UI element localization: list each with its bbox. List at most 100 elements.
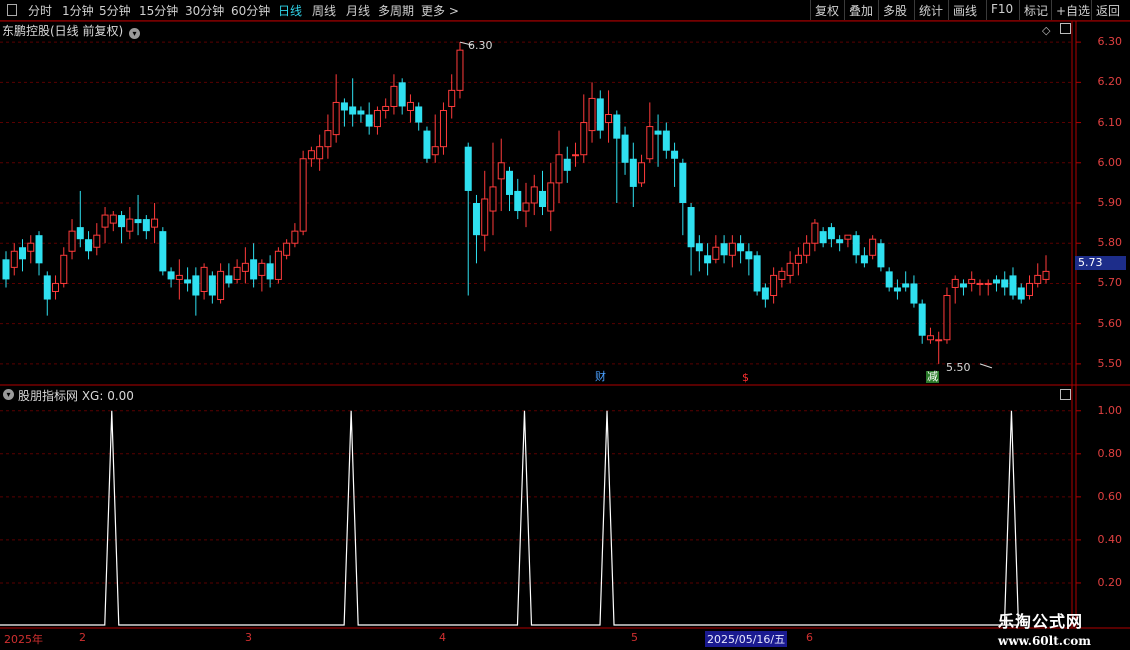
price-chart[interactable] [0, 0, 1130, 650]
candle-body [811, 222, 819, 244]
indicator-y-tick-label: 0.20 [1097, 575, 1123, 589]
candle-body [976, 282, 984, 285]
candle-body [794, 254, 802, 264]
candle-body [803, 242, 811, 256]
candle-body [654, 130, 662, 135]
candle-body [233, 266, 241, 280]
indicator-line-xg [0, 410, 1020, 626]
candle-body [192, 275, 200, 296]
candle-body [596, 98, 604, 131]
y-axis-tick-label: 5.80 [1097, 236, 1123, 250]
event-dividend-marker[interactable]: $ [741, 372, 750, 384]
candle-body [332, 101, 340, 136]
candle-body [431, 146, 439, 156]
candle-body [241, 262, 249, 272]
event-reduce-marker[interactable]: 减 [926, 371, 939, 383]
candle-body [283, 242, 291, 256]
candle-body [959, 283, 967, 288]
candle-body [530, 186, 538, 204]
candle-body [398, 82, 406, 107]
candle-body [456, 49, 464, 91]
candle-body [869, 238, 877, 256]
y-axis-tick-label: 5.60 [1097, 316, 1123, 330]
candle-body [184, 279, 192, 284]
candle-body [786, 262, 794, 276]
candle-body [365, 114, 373, 127]
candle-body [770, 274, 778, 297]
candle-body [827, 227, 835, 240]
candle-body [984, 282, 992, 285]
candle-body [753, 255, 761, 292]
candle-body [605, 114, 613, 124]
candle-body [761, 287, 769, 300]
candle-body [555, 154, 563, 184]
date-label-year: 2025年 [4, 633, 43, 646]
candle-body [423, 130, 431, 159]
candle-body [200, 266, 208, 292]
candle-body [250, 259, 258, 280]
date-label-month: 3 [245, 631, 252, 644]
candle-body [109, 214, 117, 224]
candle-body [935, 339, 943, 342]
candle-body [860, 255, 868, 264]
candle-body [819, 231, 827, 244]
candle-body [902, 283, 910, 288]
candle-body [19, 247, 27, 260]
candle-body [695, 243, 703, 252]
event-finance-marker[interactable]: 财 [594, 371, 607, 383]
candle-body [572, 154, 580, 157]
candle-body [167, 271, 175, 280]
candle-body [27, 242, 35, 252]
candle-body [489, 186, 497, 212]
candle-body [951, 278, 959, 288]
candle-body [629, 158, 637, 187]
candle-body [1017, 287, 1025, 300]
candle-body [60, 254, 68, 284]
candle-body [737, 243, 745, 252]
candle-body [357, 110, 365, 115]
candle-body [101, 214, 109, 228]
candle-body [992, 279, 1000, 284]
candle-body [382, 105, 390, 111]
y-axis-tick-label: 6.20 [1097, 75, 1123, 89]
candle-body [299, 158, 307, 232]
candle-body [852, 235, 860, 256]
high-price-marker: 6.30 [468, 39, 493, 52]
y-axis-tick-label: 5.70 [1097, 276, 1123, 290]
candle-body [151, 218, 159, 228]
candle-body [671, 150, 679, 159]
candle-body [1001, 279, 1009, 288]
candle-body [307, 150, 315, 160]
candle-body [728, 242, 736, 256]
candle-body [85, 239, 93, 252]
candle-body [514, 190, 522, 212]
candle-body [68, 230, 76, 252]
candle-body [505, 170, 513, 195]
candle-body [142, 219, 150, 232]
candle-body [580, 122, 588, 156]
candle-body [415, 106, 423, 123]
candle-body [687, 207, 695, 248]
y-axis-tick-label: 6.30 [1097, 35, 1123, 49]
y-axis-tick-label: 5.90 [1097, 196, 1123, 209]
candle-body [52, 282, 60, 292]
y-axis-tick-label: 6.00 [1097, 155, 1123, 169]
candle-body [1034, 274, 1042, 284]
candle-body [439, 109, 447, 148]
candle-body [844, 234, 852, 240]
candle-body [910, 283, 918, 304]
candle-body [43, 275, 51, 300]
candle-body [472, 203, 480, 236]
candle-body [258, 262, 266, 276]
indicator-y-tick-label: 0.80 [1097, 446, 1123, 460]
low-price-marker: 5.50 [946, 361, 971, 374]
candle-body [745, 251, 753, 260]
candle-body [266, 263, 274, 280]
candle-body [35, 235, 43, 264]
candle-body [208, 275, 216, 296]
candle-body [918, 303, 926, 336]
candle-body [159, 231, 167, 272]
candle-body [76, 227, 84, 240]
candle-body [926, 335, 934, 341]
candle-body [291, 230, 299, 244]
